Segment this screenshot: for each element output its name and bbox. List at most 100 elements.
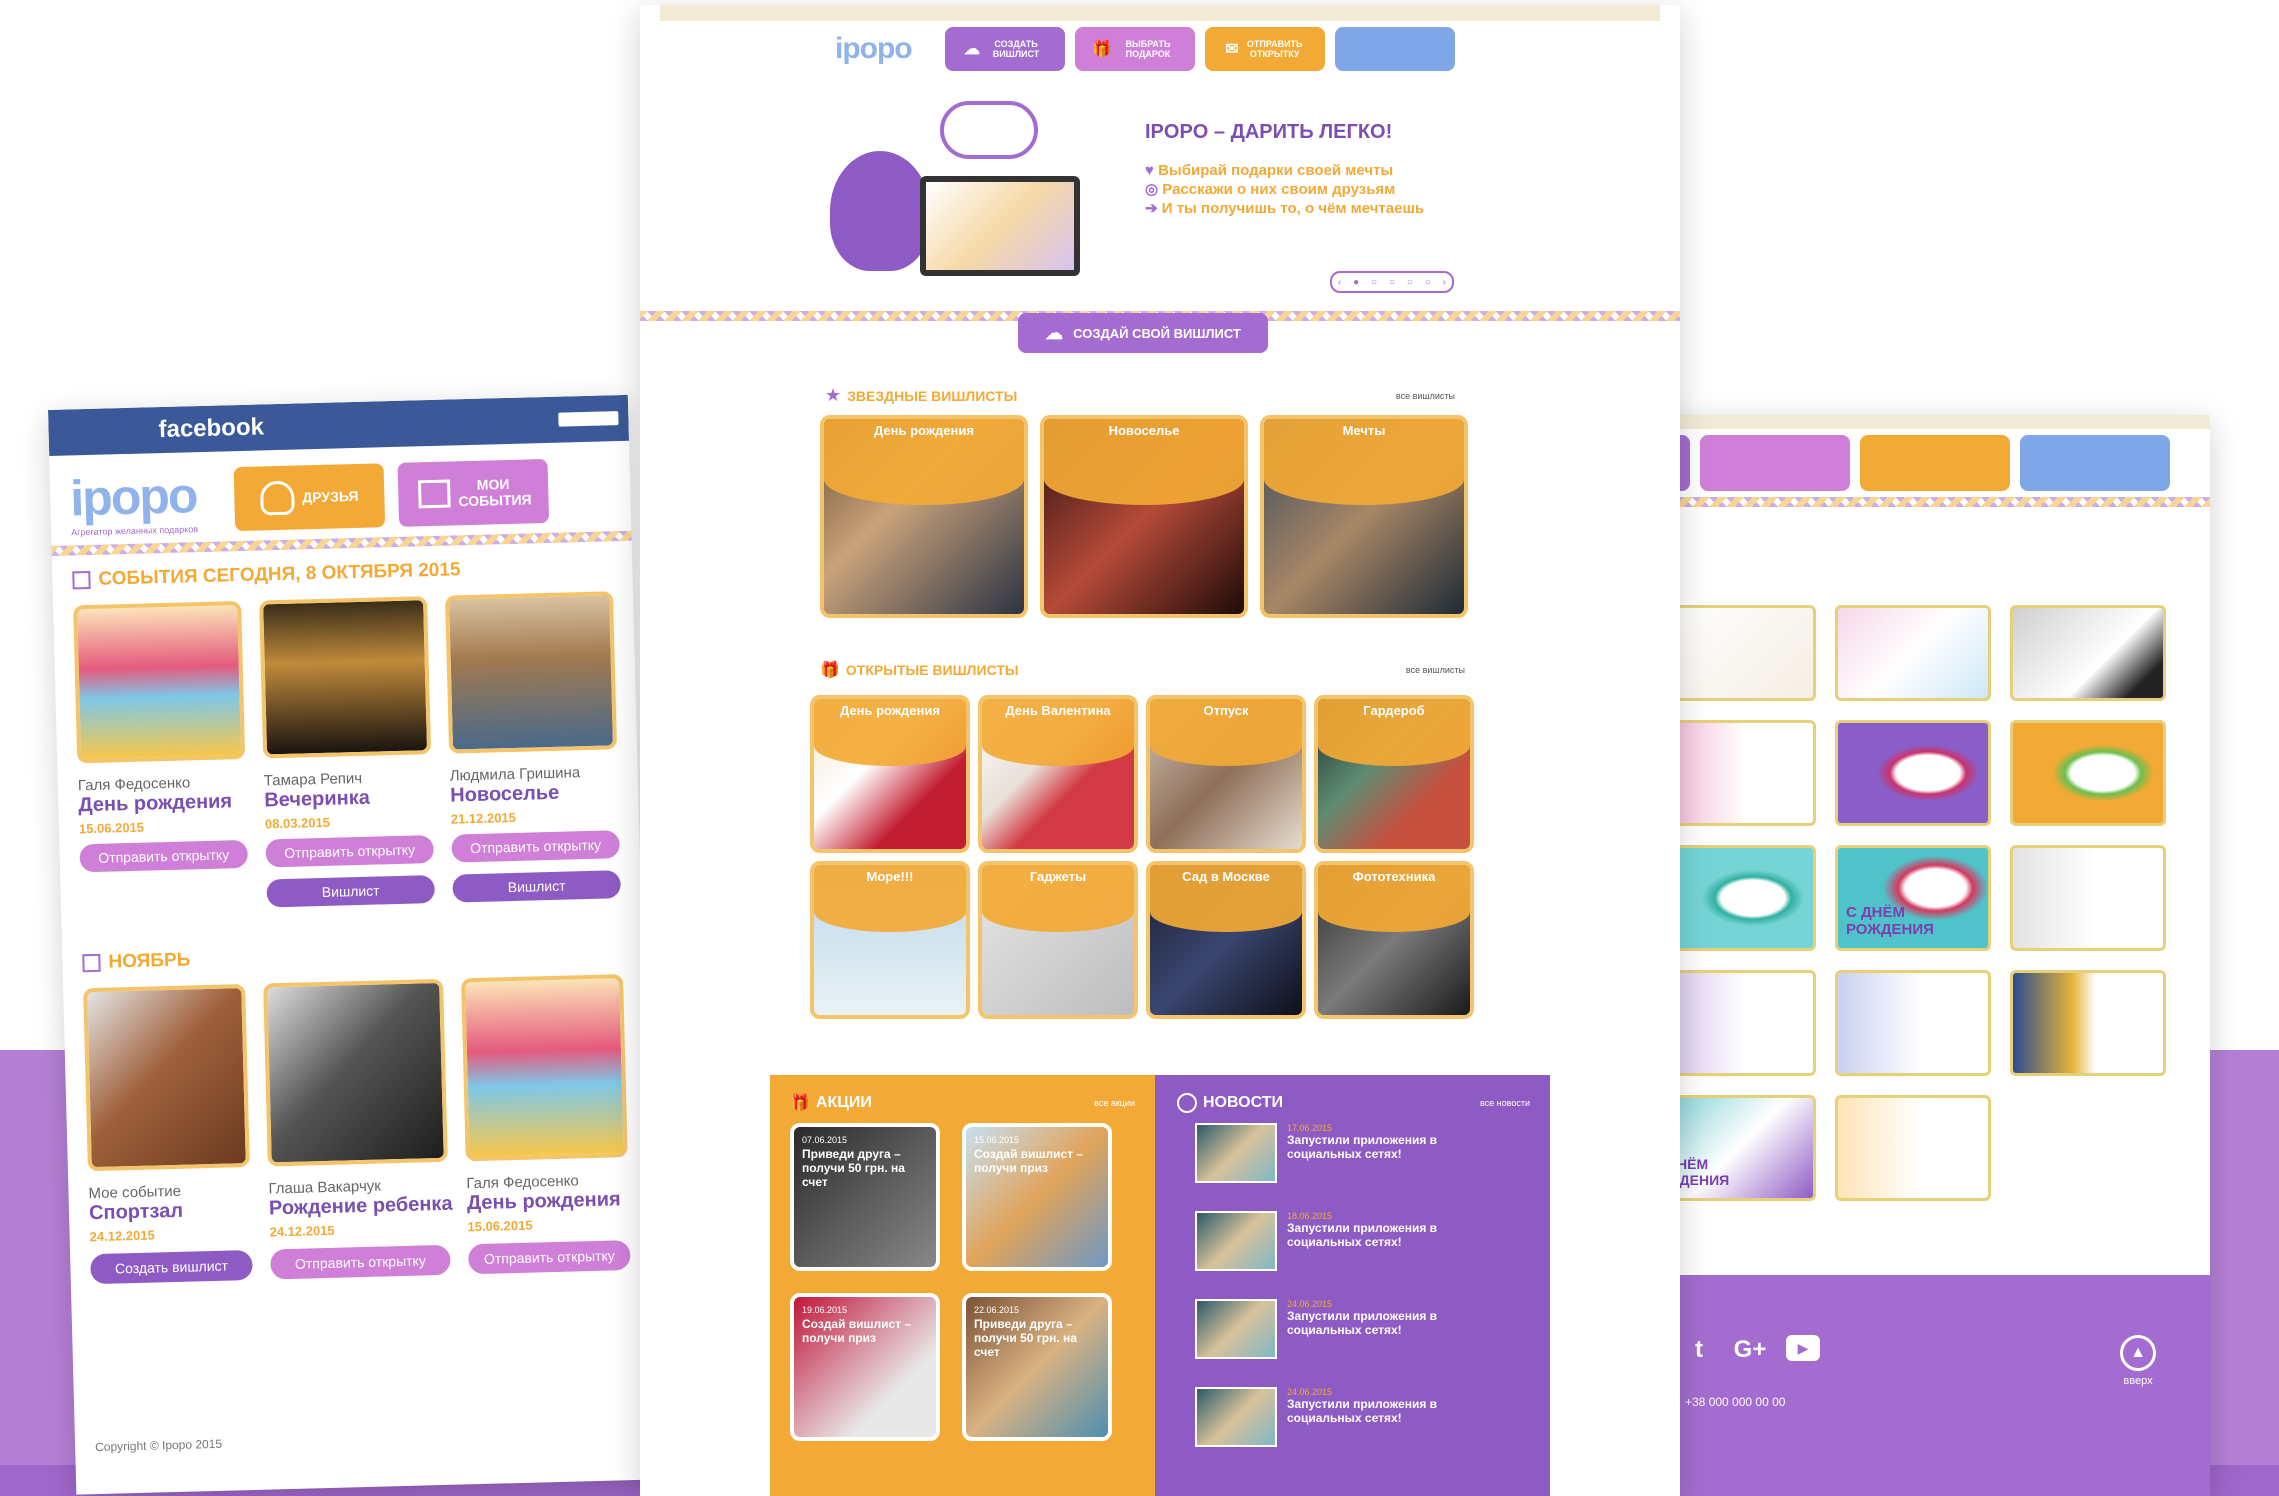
open-wishlists-all-link[interactable]: все вишлисты — [1406, 665, 1465, 675]
postcard[interactable] — [2010, 605, 2166, 701]
event-photo[interactable] — [73, 601, 246, 764]
pager-dot-active[interactable]: ● — [1353, 277, 1359, 288]
news-section: НОВОСТИ все новости 17.06.2015 Запустили… — [1155, 1075, 1550, 1496]
send-card-button[interactable]: Отправить открытку — [265, 835, 434, 868]
chevron-right-icon[interactable]: › — [1443, 277, 1446, 288]
promos-all-link[interactable]: все акции — [1094, 1098, 1135, 1108]
card-caption: Сад в Москве — [1150, 865, 1302, 932]
nav-choose-gift[interactable]: 🎁 ВЫБРАТЬ ПОДАРОК — [1075, 27, 1195, 71]
send-card-button[interactable]: Отправить открытку — [79, 839, 249, 873]
postcard[interactable]: ДНЁМ ЖДЕНИЯ — [1660, 1095, 1816, 1201]
news-item[interactable]: 24.06.2015 Запустили приложения в социал… — [1195, 1299, 1530, 1387]
nav-my-events[interactable]: МОИ СОБЫТИЯ — [397, 458, 550, 527]
gift-icon: 🎁 — [790, 1095, 810, 1112]
news-item[interactable]: 24.06.2015 Запустили приложения в социал… — [1195, 1387, 1530, 1475]
wishlist-button[interactable]: Вишлист — [266, 875, 436, 908]
event-date: 08.03.2015 — [264, 814, 331, 832]
event-date: 24.12.2015 — [269, 1222, 335, 1240]
slider-pager[interactable]: ‹ ● ○ ○ ○ ○ › — [1330, 271, 1454, 293]
hero-line-text: Выбирай подарки своей мечты — [1158, 162, 1394, 179]
nav-my-events-label: МОИ СОБЫТИЯ — [458, 475, 532, 510]
open-wishlist-card[interactable]: Сад в Москве — [1146, 861, 1306, 1019]
card-title: День рождения — [840, 703, 940, 718]
pager-dot[interactable]: ○ — [1371, 277, 1377, 288]
user-widget[interactable] — [1335, 27, 1455, 71]
event-photo[interactable] — [83, 984, 250, 1172]
postcard[interactable] — [2010, 720, 2166, 826]
facebook-label: facebook — [158, 413, 265, 444]
postcard[interactable] — [1835, 720, 1991, 826]
send-card-button[interactable]: Отправить открытку — [270, 1244, 451, 1280]
promo-text: Приведи друга – получи 50 грн. на счет — [974, 1317, 1077, 1359]
user-widget[interactable] — [2020, 435, 2170, 491]
gift-icon — [417, 479, 451, 509]
news-item[interactable]: 18.06.2015 Запустили приложения в социал… — [1195, 1211, 1530, 1299]
postcard[interactable] — [1660, 605, 1816, 701]
open-wishlist-card[interactable]: Отпуск — [1146, 695, 1306, 853]
postcard-text: С ДНЁМ РОЖДЕНИЯ — [1846, 904, 1934, 938]
gift-icon: 🎁 — [1092, 41, 1112, 58]
open-wishlists-header: 🎁 ОТКРЫТЫЕ ВИШЛИСТЫ все вишлисты — [820, 660, 1465, 680]
event-photo[interactable] — [444, 591, 618, 754]
postcard[interactable] — [1660, 720, 1816, 826]
star-wishlist-card[interactable]: День рождения — [820, 415, 1028, 618]
news-thumb — [1195, 1299, 1277, 1359]
promo-card[interactable]: 07.06.2015 Приведи друга – получи 50 грн… — [790, 1123, 940, 1271]
card-caption: День Валентина — [982, 699, 1134, 766]
postcard[interactable] — [1835, 1095, 1991, 1201]
promo-card[interactable]: 15.06.2015 Создай вишлист – получи приз — [962, 1123, 1112, 1271]
pager-dot[interactable]: ○ — [1425, 277, 1431, 288]
scroll-top-button[interactable]: ▲ вверх — [2120, 1335, 2156, 1387]
twitter-icon[interactable]: t — [1684, 1335, 1714, 1365]
search-input[interactable] — [558, 411, 619, 427]
create-wishlist-cta[interactable]: ☁ СОЗДАЙ СВОЙ ВИШЛИСТ — [1018, 313, 1268, 353]
nav-send-card[interactable] — [1860, 435, 2010, 491]
news-all-link[interactable]: все новости — [1480, 1098, 1530, 1108]
open-wishlist-card[interactable]: Фототехника — [1314, 861, 1474, 1019]
postcard[interactable]: С ДНЁМ РОЖДЕНИЯ — [1835, 845, 1991, 951]
open-wishlist-card[interactable]: День Валентина — [978, 695, 1138, 853]
star-wishlists-all-link[interactable]: все вишлисты — [1396, 391, 1455, 401]
youtube-icon[interactable]: ▶ — [1786, 1335, 1820, 1361]
card-title: День Валентина — [1005, 703, 1111, 718]
card-title: Фототехника — [1352, 869, 1436, 884]
star-wishlist-card[interactable]: Новоселье — [1040, 415, 1248, 618]
news-item[interactable]: 17.06.2015 Запустили приложения в социал… — [1195, 1123, 1530, 1211]
create-wishlist-button[interactable]: Создать вишлист — [90, 1249, 253, 1285]
nav-friends[interactable]: ДРУЗЬЯ — [233, 463, 386, 532]
postcard[interactable] — [1835, 970, 1991, 1076]
card-title: Мечты — [1342, 423, 1386, 438]
logo[interactable]: ipopo — [835, 32, 935, 66]
logo[interactable]: ipopo Агрегатор желанных подарков — [70, 466, 222, 537]
pager-dot[interactable]: ○ — [1407, 277, 1413, 288]
page-heading: ЫТОК — [1600, 507, 2210, 546]
nav-create-wishlist[interactable] — [1700, 435, 1850, 491]
open-wishlist-card[interactable]: Гардероб — [1314, 695, 1474, 853]
google-plus-icon[interactable]: G+ — [1728, 1335, 1772, 1365]
postcard[interactable] — [1660, 845, 1816, 951]
send-card-button[interactable]: Отправить открытку — [451, 830, 620, 863]
event-photo[interactable] — [259, 596, 432, 759]
event-photo[interactable] — [263, 978, 448, 1167]
nav-create-wishlist[interactable]: ☁ СОЗДАТЬ ВИШЛИСТ — [945, 27, 1065, 71]
event-title: Спортзал — [88, 1199, 184, 1225]
open-wishlist-card[interactable]: Гаджеты — [978, 861, 1138, 1019]
promo-date: 15.06.2015 — [974, 1135, 1020, 1145]
star-wishlist-card[interactable]: Мечты — [1260, 415, 1468, 618]
promo-card[interactable]: 19.06.2015 Создай вишлист – получи приз — [790, 1293, 940, 1441]
postcard[interactable] — [1835, 605, 1991, 701]
pager-dot[interactable]: ○ — [1389, 277, 1395, 288]
open-wishlist-card[interactable]: Море!!! — [810, 861, 970, 1019]
send-card-button[interactable]: Отправить открытку — [467, 1240, 631, 1275]
postcard[interactable] — [1660, 970, 1816, 1076]
postcard[interactable] — [2010, 970, 2166, 1076]
nav-send-card[interactable]: ✉ ОТПРАВИТЬ ОТКРЫТКУ — [1205, 27, 1325, 71]
open-wishlist-card[interactable]: День рождения — [810, 695, 970, 853]
chevron-left-icon[interactable]: ‹ — [1338, 277, 1341, 288]
event-photo[interactable] — [461, 974, 628, 1162]
wishlist-button[interactable]: Вишлист — [452, 870, 621, 903]
star-wishlists-title: ЗВЕЗДНЫЕ ВИШЛИСТЫ — [847, 387, 1018, 404]
promo-card[interactable]: 22.06.2015 Приведи друга – получи 50 грн… — [962, 1293, 1112, 1441]
postcard[interactable] — [2010, 845, 2166, 951]
promo-date: 07.06.2015 — [802, 1135, 848, 1145]
